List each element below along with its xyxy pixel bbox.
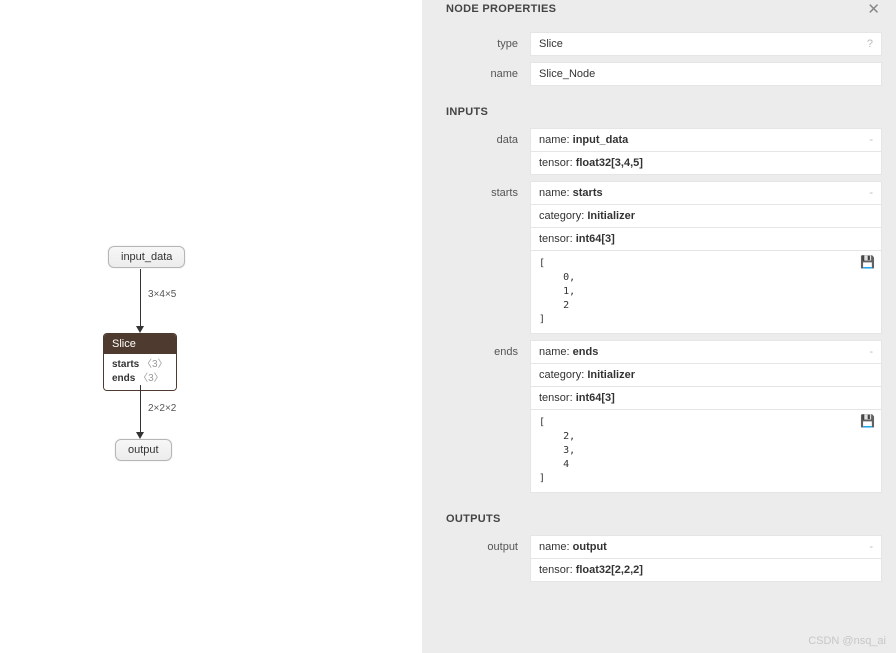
edge-label: 2×2×2	[148, 403, 176, 414]
arrowhead-icon	[136, 432, 144, 439]
output-tensor-field: tensor: float32[2,2,2]	[530, 559, 882, 582]
input-starts-values: [ 0, 1, 2 ]	[531, 251, 881, 333]
field-prefix: name:	[539, 541, 573, 553]
field-prefix: category:	[539, 369, 587, 381]
input-data-label: data	[422, 128, 530, 146]
arrowhead-icon	[136, 326, 144, 333]
field-value: int64[3]	[576, 392, 615, 404]
field-value: int64[3]	[576, 233, 615, 245]
collapse-icon[interactable]: -	[869, 134, 873, 146]
field-prefix: tensor:	[539, 564, 576, 576]
field-prefix: tensor:	[539, 157, 576, 169]
graph-output-node[interactable]: output	[115, 439, 172, 461]
graph-edge	[140, 269, 141, 327]
field-prefix: name:	[539, 346, 573, 358]
input-ends-values-field: [ 2, 3, 4 ] 💾	[530, 410, 882, 493]
input-ends-tensor-field: tensor: int64[3]	[530, 387, 882, 410]
graph-edge	[140, 385, 141, 433]
input-ends-category-field: category: Initializer	[530, 364, 882, 387]
graph-canvas[interactable]: input_data 3×4×5 Slice starts 〈3〉 ends 〈…	[0, 0, 422, 653]
outputs-section-header: OUTPUTS	[422, 499, 896, 535]
help-icon[interactable]: ?	[867, 38, 873, 50]
op-attr-shape: 〈3〉	[138, 373, 164, 384]
field-prefix: tensor:	[539, 392, 576, 404]
field-value: Initializer	[587, 369, 635, 381]
name-label: name	[422, 62, 530, 80]
op-attr-key: starts	[112, 359, 139, 370]
panel-title: NODE PROPERTIES	[446, 3, 556, 15]
input-starts-label: starts	[422, 181, 530, 199]
inputs-section-header: INPUTS	[422, 92, 896, 128]
type-label: type	[422, 32, 530, 50]
field-value: float32[2,2,2]	[576, 564, 643, 576]
field-value: output	[573, 541, 607, 553]
field-prefix: tensor:	[539, 233, 576, 245]
graph-op-node[interactable]: Slice starts 〈3〉 ends 〈3〉	[103, 333, 177, 391]
field-value: input_data	[573, 134, 629, 146]
input-starts-values-field: [ 0, 1, 2 ] 💾	[530, 251, 882, 334]
name-value: Slice_Node	[539, 68, 595, 80]
field-prefix: category:	[539, 210, 587, 222]
save-icon[interactable]: 💾	[860, 414, 875, 428]
field-value: Initializer	[587, 210, 635, 222]
name-field[interactable]: Slice_Node	[530, 62, 882, 86]
graph-input-node[interactable]: input_data	[108, 246, 185, 268]
properties-panel: NODE PROPERTIES ✕ type Slice ? name Slic…	[422, 0, 896, 653]
field-value: float32[3,4,5]	[576, 157, 643, 169]
output-label: output	[422, 535, 530, 553]
type-field[interactable]: Slice ?	[530, 32, 882, 56]
field-prefix: name:	[539, 187, 573, 199]
output-name-field[interactable]: name: output -	[530, 535, 882, 559]
watermark: CSDN @nsq_ai	[808, 635, 886, 647]
input-ends-label: ends	[422, 340, 530, 358]
collapse-icon[interactable]: -	[869, 346, 873, 358]
save-icon[interactable]: 💾	[860, 255, 875, 269]
collapse-icon[interactable]: -	[869, 541, 873, 553]
input-ends-name-field[interactable]: name: ends -	[530, 340, 882, 364]
op-attr-key: ends	[112, 373, 135, 384]
input-data-name-field[interactable]: name: input_data -	[530, 128, 882, 152]
input-starts-category-field: category: Initializer	[530, 205, 882, 228]
op-attr-shape: 〈3〉	[142, 359, 168, 370]
field-value: ends	[573, 346, 599, 358]
input-data-tensor-field: tensor: float32[3,4,5]	[530, 152, 882, 175]
input-starts-tensor-field: tensor: int64[3]	[530, 228, 882, 251]
op-node-title: Slice	[104, 334, 176, 354]
field-value: starts	[573, 187, 603, 199]
input-starts-name-field[interactable]: name: starts -	[530, 181, 882, 205]
type-value: Slice	[539, 38, 563, 50]
field-prefix: name:	[539, 134, 573, 146]
input-ends-values: [ 2, 3, 4 ]	[531, 410, 881, 492]
close-icon[interactable]: ✕	[867, 0, 880, 18]
collapse-icon[interactable]: -	[869, 187, 873, 199]
edge-label: 3×4×5	[148, 289, 176, 300]
